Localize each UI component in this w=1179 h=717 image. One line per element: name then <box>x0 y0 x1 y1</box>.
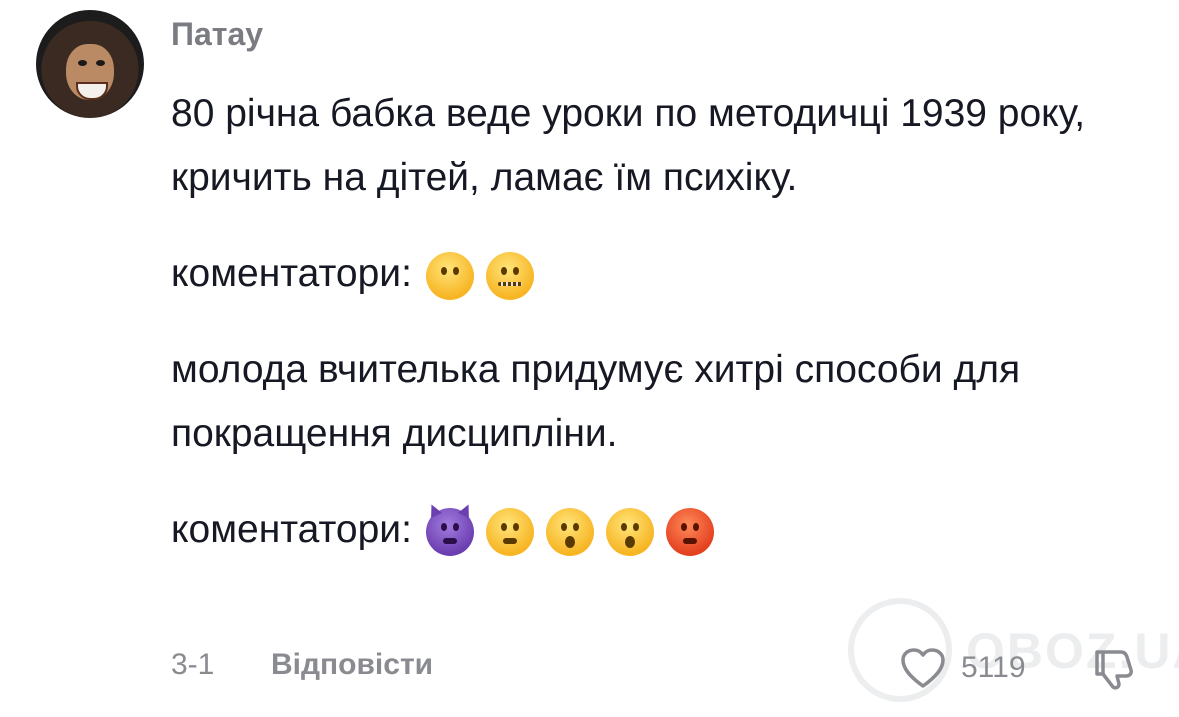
comment-footer: 3-1 Відповісти 5119 <box>171 646 1141 690</box>
commenters-label-2: коментатори: <box>171 508 412 551</box>
user-avatar[interactable] <box>36 10 144 118</box>
comment-body: 80 річна бабка веде уроки по методичці 1… <box>171 82 1131 562</box>
comment-item: Патау 80 річна бабка веде уроки по метод… <box>0 0 1179 717</box>
reply-button[interactable]: Відповісти <box>271 648 433 682</box>
commenters-label-1: коментатори: <box>171 252 412 295</box>
zipper-mouth-face-emoji <box>485 251 534 300</box>
smiling-face-with-horns-emoji <box>425 507 474 556</box>
comment-paragraph-4: коментатори: <box>171 498 1131 562</box>
comment-username[interactable]: Патау <box>171 16 263 53</box>
comment-date: 3-1 <box>171 648 215 681</box>
reactions-row-1 <box>425 251 546 300</box>
comment-paragraph-2: коментатори: <box>171 242 1131 306</box>
hushed-face-emoji <box>605 507 654 556</box>
heart-outline-icon <box>901 648 945 688</box>
like-count: 5119 <box>961 651 1026 684</box>
avatar-mouth <box>76 82 108 100</box>
thumbs-down-outline-icon[interactable] <box>1091 646 1139 690</box>
reactions-row-2 <box>425 507 726 556</box>
angry-face-emoji <box>665 507 714 556</box>
comment-paragraph-3: молода вчителька придумує хитрі способи … <box>171 348 1021 455</box>
comment-paragraph-1: 80 річна бабка веде уроки по методичці 1… <box>171 92 1086 199</box>
like-button[interactable]: 5119 <box>899 646 1026 690</box>
avatar-eye <box>78 60 87 66</box>
avatar-eye <box>96 60 105 66</box>
astonished-face-emoji <box>545 507 594 556</box>
anxious-face-emoji <box>485 507 534 556</box>
face-without-mouth-emoji <box>425 251 474 300</box>
